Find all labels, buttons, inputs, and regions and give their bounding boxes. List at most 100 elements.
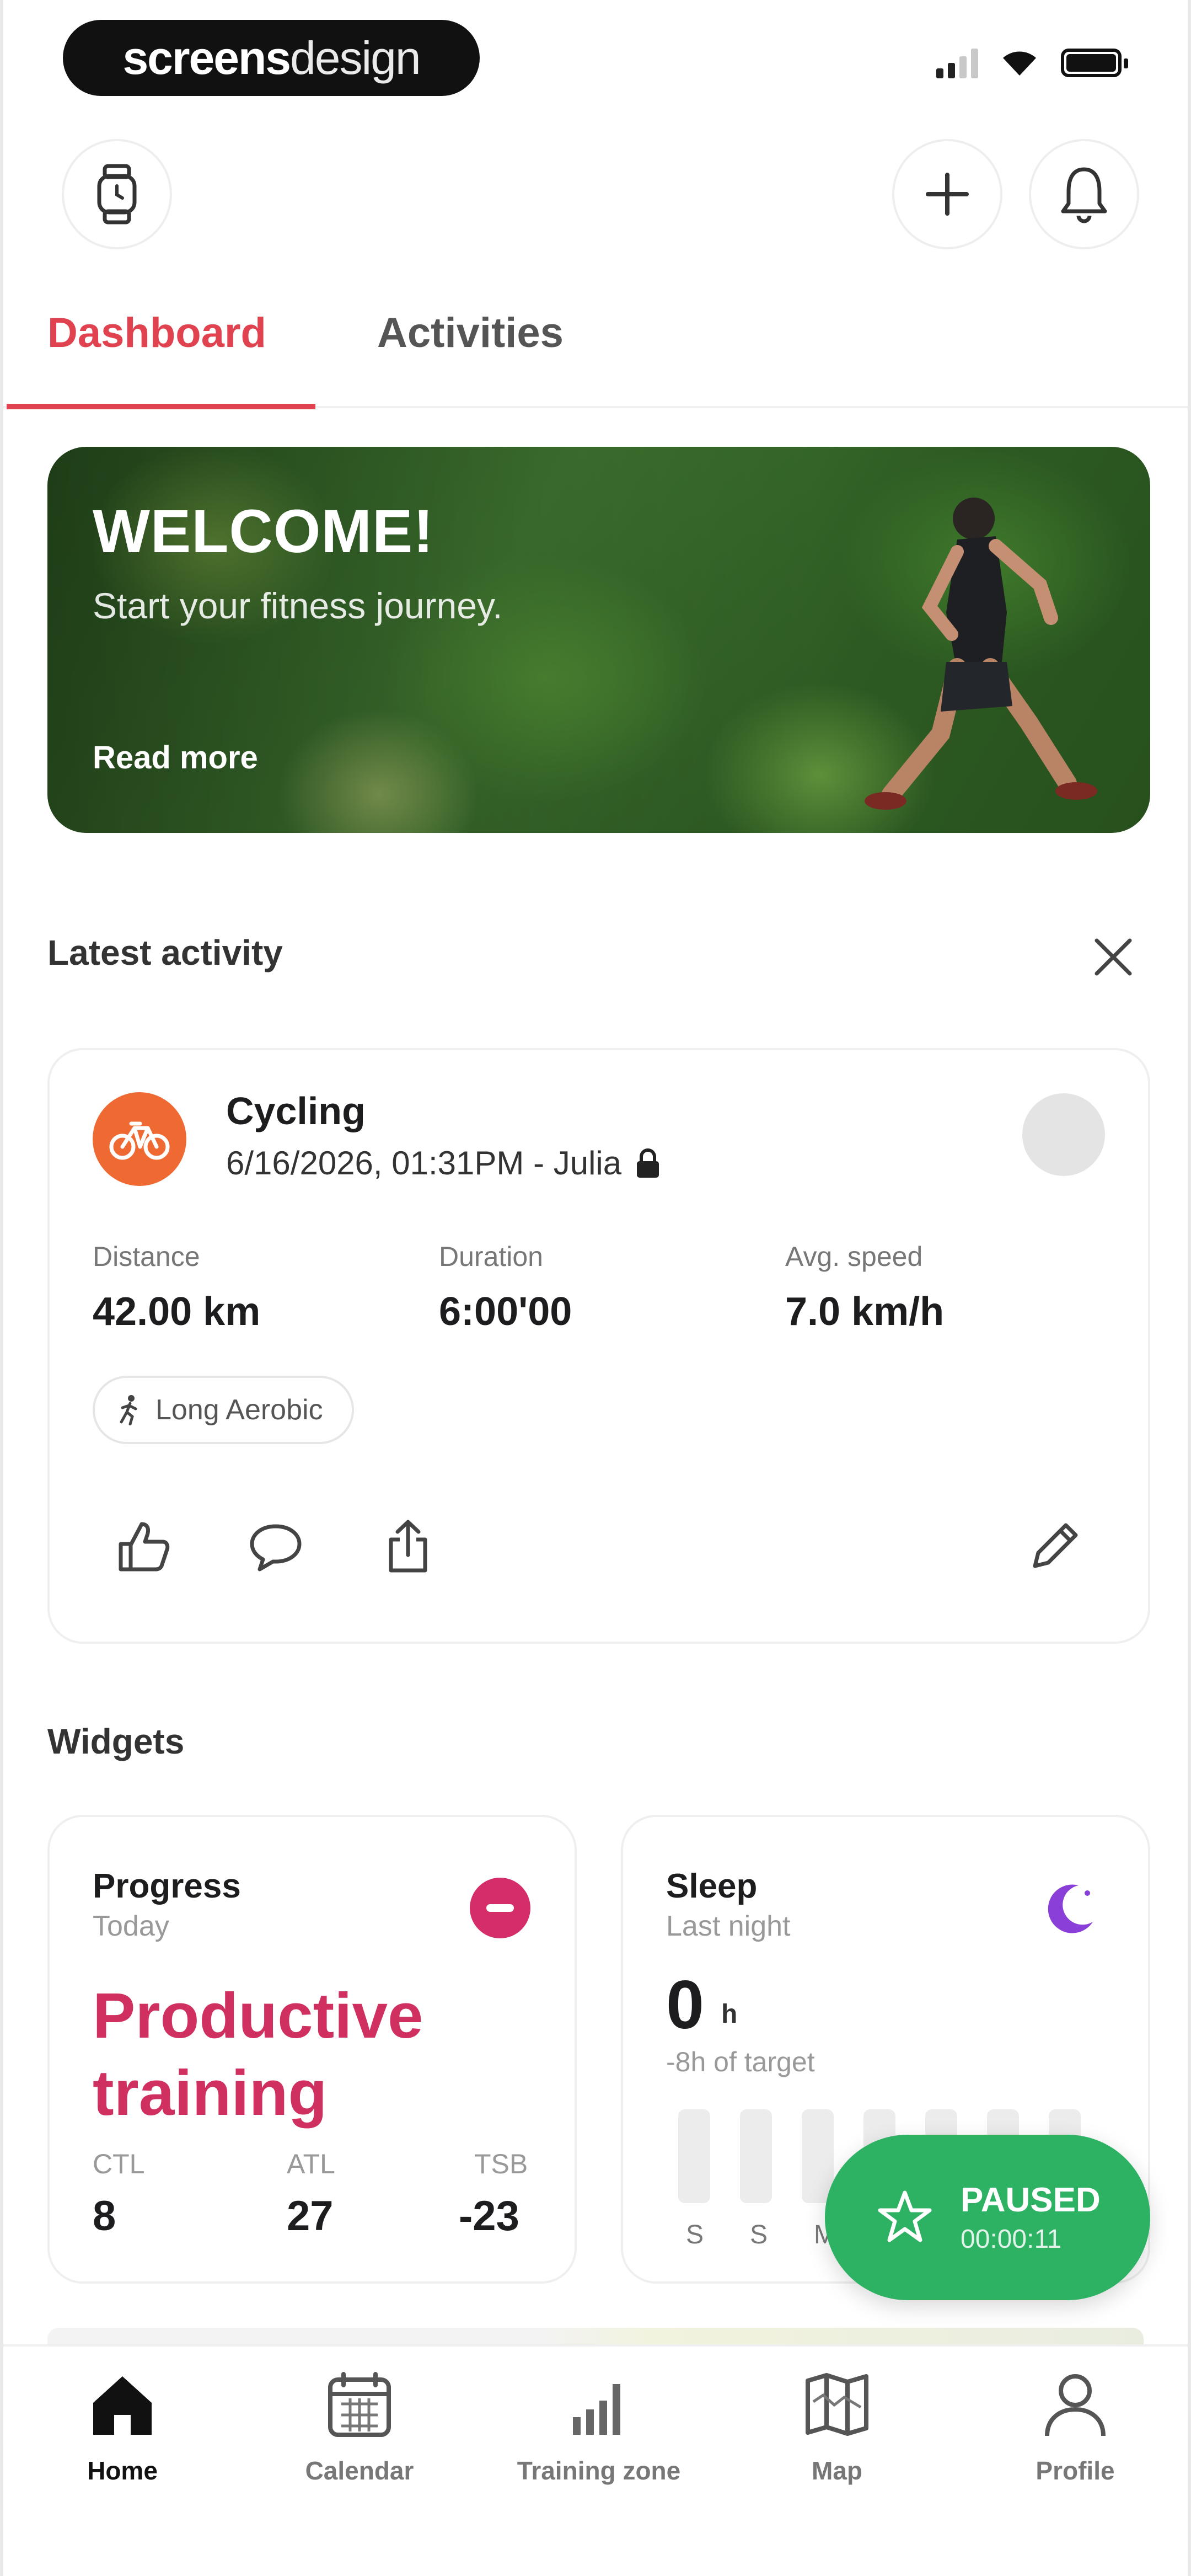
- brand-logo-light: design: [290, 31, 421, 84]
- stat-value: 7.0 km/h: [785, 1290, 945, 1334]
- share-button[interactable]: [375, 1514, 441, 1580]
- nav-map-label: Map: [812, 2456, 862, 2485]
- progress-widget-title: Progress: [93, 1867, 241, 1905]
- star-icon: [878, 2190, 932, 2242]
- sleep-day-label: S: [750, 2220, 768, 2249]
- nav-map[interactable]: Map: [738, 2369, 936, 2486]
- activity-actions: [110, 1514, 441, 1580]
- watch-icon: [97, 164, 137, 225]
- paused-text: PAUSED 00:00:11: [961, 2180, 1101, 2254]
- progress-widget[interactable]: Progress Today Productive training CTL 8…: [47, 1815, 577, 2284]
- bicycle-icon: [109, 1121, 170, 1160]
- moon-icon: [1048, 1884, 1093, 1933]
- brand-logo: screens design: [63, 20, 480, 96]
- activity-card[interactable]: Cycling 6/16/2026, 01:31PM - Julia Dista…: [47, 1048, 1150, 1644]
- stat-distance: Distance 42.00 km: [93, 1241, 260, 1334]
- nav-calendar-label: Calendar: [305, 2456, 414, 2485]
- sleep-bar: [802, 2109, 834, 2203]
- stat-label: Avg. speed: [785, 1241, 923, 1272]
- latest-activity-heading: Latest activity: [47, 933, 283, 972]
- stat-value: 6:00'00: [439, 1290, 572, 1334]
- top-tabs: Dashboard Activities: [3, 287, 1188, 409]
- sleep-day-label: S: [686, 2220, 704, 2249]
- bar-chart-icon: [573, 2384, 620, 2435]
- close-icon: [1095, 938, 1132, 976]
- training-type-label: Long Aerobic: [155, 1394, 323, 1426]
- stat-avg-speed: Avg. speed 7.0 km/h: [785, 1241, 944, 1334]
- sleep-widget-subtitle: Last night: [666, 1910, 791, 1942]
- nav-profile[interactable]: Profile: [976, 2369, 1174, 2486]
- stat-duration: Duration 6:00'00: [439, 1241, 572, 1334]
- app-screen: screens design Dashboard Activities WELC…: [0, 0, 1191, 2576]
- close-latest-activity-button[interactable]: [1083, 927, 1144, 987]
- welcome-banner[interactable]: WELCOME! Start your fitness journey. Rea…: [47, 447, 1150, 833]
- nav-training-zone[interactable]: Training zone: [500, 2369, 698, 2486]
- home-icon: [93, 2376, 152, 2435]
- sleep-bar: [678, 2109, 710, 2203]
- next-widget-peek: [47, 2328, 1144, 2344]
- sleep-bar: [740, 2109, 772, 2203]
- comment-icon: [250, 1524, 302, 1572]
- minus-circle-icon: [470, 1878, 530, 1938]
- atl-label: ATL: [287, 2149, 335, 2179]
- notifications-button[interactable]: [1029, 139, 1139, 249]
- nav-home[interactable]: Home: [23, 2369, 222, 2486]
- battery-icon: [1061, 49, 1128, 77]
- paused-timer: 00:00:11: [961, 2225, 1062, 2254]
- banner-title: WELCOME!: [93, 498, 434, 565]
- nav-calendar[interactable]: Calendar: [260, 2369, 459, 2486]
- like-button[interactable]: [110, 1514, 176, 1580]
- tsb-value: -23: [459, 2193, 519, 2240]
- cellular-signal-icon: [936, 47, 978, 78]
- active-tab-indicator: [7, 404, 315, 409]
- progress-widget-subtitle: Today: [93, 1910, 169, 1942]
- banner-subtitle: Start your fitness journey.: [93, 585, 503, 626]
- bottom-nav: Home Calendar Training zone Map Profile: [3, 2344, 1188, 2576]
- tsb-label: TSB: [474, 2149, 528, 2179]
- bell-icon: [1061, 167, 1107, 223]
- sleep-widget-title: Sleep: [666, 1867, 758, 1905]
- sleep-day-labels: S S M: [686, 2220, 836, 2250]
- tab-dashboard[interactable]: Dashboard: [47, 309, 266, 357]
- wifi-icon: [1003, 51, 1036, 76]
- plus-icon: [926, 173, 969, 216]
- activity-title: Cycling: [226, 1089, 366, 1132]
- tab-activities[interactable]: Activities: [377, 309, 564, 357]
- read-more-link[interactable]: Read more: [93, 739, 258, 776]
- sleep-target-text: -8h of target: [666, 2046, 815, 2077]
- progress-status: Productive training: [93, 1977, 423, 2131]
- map-icon: [806, 2373, 868, 2436]
- stat-value: 42.00 km: [93, 1290, 261, 1334]
- widgets-heading: Widgets: [47, 1722, 185, 1761]
- progress-status-line2: training: [93, 2057, 328, 2129]
- lock-icon: [637, 1148, 659, 1178]
- nav-training-zone-label: Training zone: [517, 2456, 681, 2485]
- nav-profile-label: Profile: [1036, 2456, 1115, 2485]
- stat-label: Distance: [93, 1241, 200, 1272]
- training-type-chip[interactable]: Long Aerobic: [93, 1376, 354, 1444]
- add-button[interactable]: [892, 139, 1002, 249]
- activity-date-author: 6/16/2026, 01:31PM - Julia: [226, 1145, 622, 1182]
- ctl-label: CTL: [93, 2149, 145, 2179]
- runner-icon: [120, 1395, 137, 1425]
- paused-status: PAUSED: [961, 2181, 1101, 2219]
- avatar[interactable]: [1022, 1093, 1105, 1176]
- comment-button[interactable]: [243, 1514, 309, 1580]
- runner-image: [865, 498, 1097, 810]
- status-icons: [936, 47, 1128, 78]
- thumbs-up-icon: [119, 1522, 170, 1572]
- share-icon: [389, 1520, 427, 1573]
- stat-label: Duration: [439, 1241, 543, 1272]
- sleep-hours-value: 0: [666, 1967, 704, 2043]
- edit-activity-button[interactable]: [1021, 1514, 1087, 1580]
- status-bar: screens design: [3, 0, 1188, 110]
- person-icon: [1045, 2374, 1106, 2436]
- edit-icon: [1033, 1523, 1078, 1568]
- sleep-hours-unit: h: [721, 2000, 738, 2029]
- ctl-value: 8: [93, 2193, 116, 2240]
- paused-recording-button[interactable]: PAUSED 00:00:11: [825, 2135, 1150, 2300]
- watch-button[interactable]: [62, 139, 172, 249]
- activity-meta: 6/16/2026, 01:31PM - Julia: [226, 1144, 662, 1182]
- calendar-icon: [328, 2372, 391, 2437]
- sport-badge: [93, 1092, 186, 1186]
